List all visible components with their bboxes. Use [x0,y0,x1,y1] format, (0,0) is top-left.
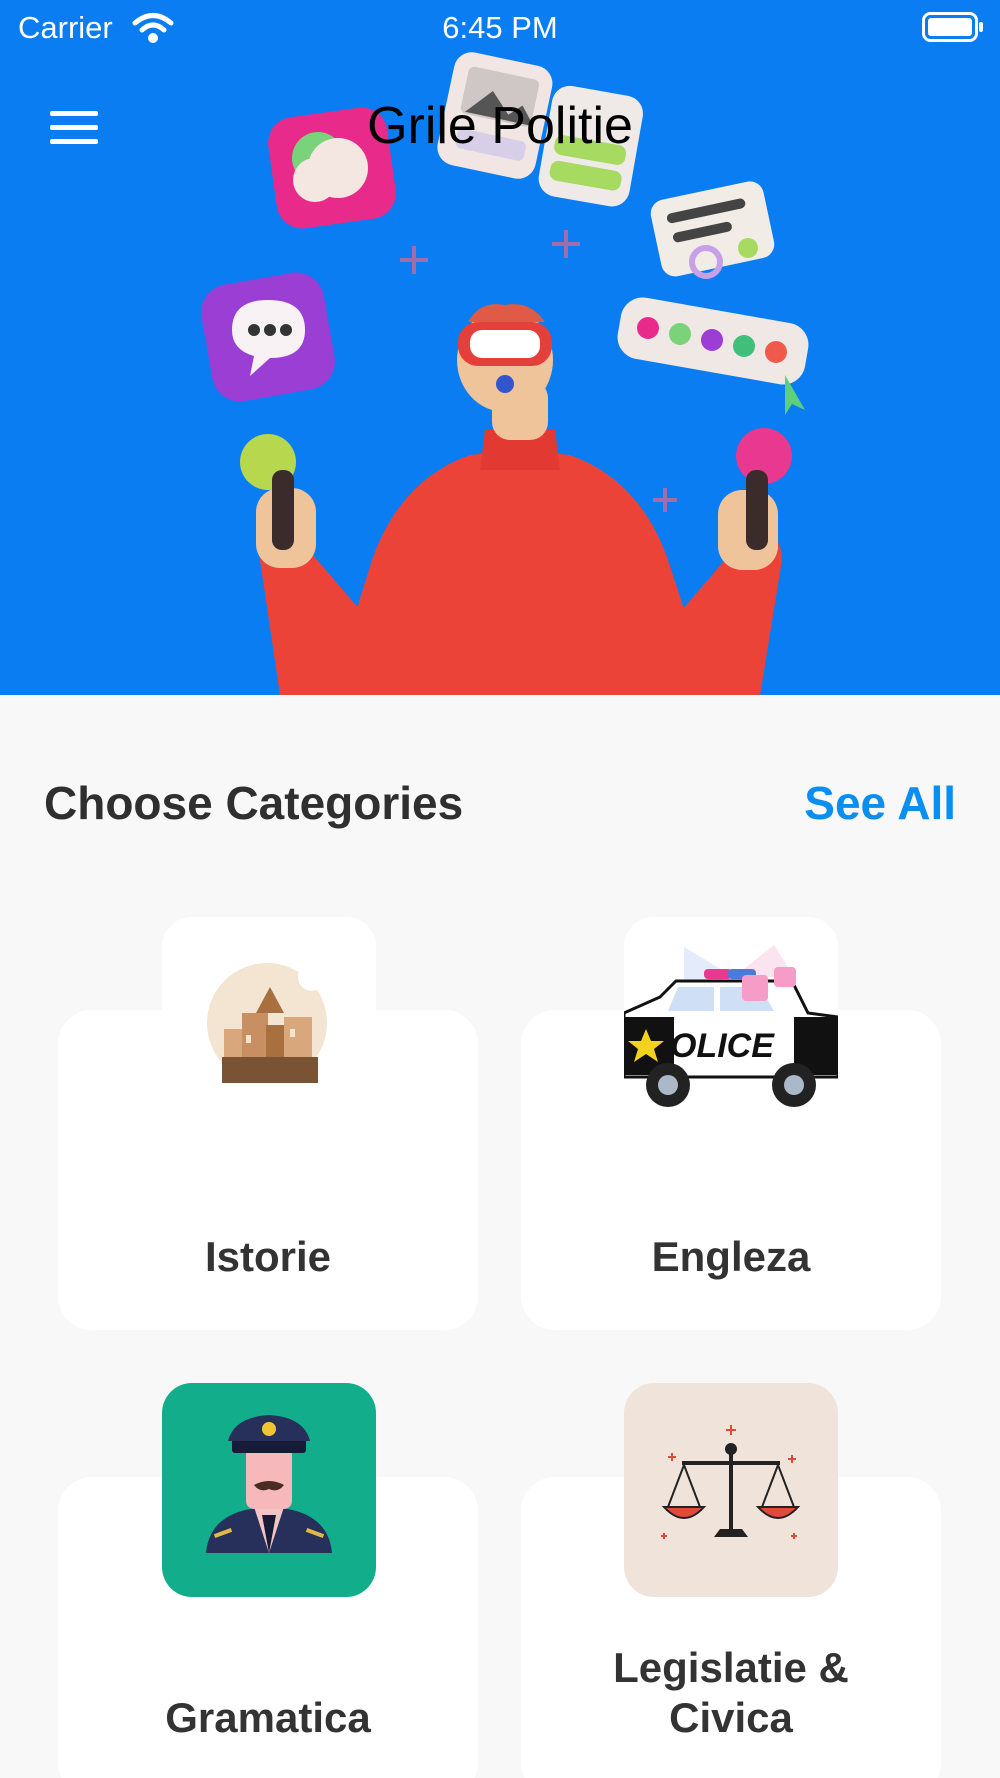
category-thumb-legislatie-civica[interactable] [624,1383,838,1597]
category-label: Gramatica [165,1694,371,1741]
category-thumb-istorie[interactable] [162,917,376,1131]
svg-text:OLICE: OLICE [670,1027,775,1065]
section-title: Choose Categories [44,777,464,829]
police-car-icon: OLICE [624,945,838,1107]
color-dots-card-icon [617,297,809,415]
clock-label: 6:45 PM [442,10,558,45]
app-title: Grile Politie [367,97,633,155]
category-label: Istorie [204,1233,332,1280]
category-thumb-gramatica[interactable] [162,1383,376,1597]
see-all-link[interactable]: See All [760,776,956,830]
category-label: Engleza [651,1233,811,1280]
scales-of-justice-icon [661,1425,801,1539]
police-officer-icon [206,1415,332,1553]
message-app-icon [201,272,335,402]
category-thumb-engleza[interactable]: OLICE [624,917,838,1131]
hero-banner: Carrier 6:45 PM Grile Politie [0,0,1000,695]
status-bar: Carrier 6:45 PM [0,0,1000,56]
slider-card-icon [650,181,775,279]
ancient-city-icon [207,963,327,1083]
category-label: Legislatie & Civica [613,1644,849,1741]
battery-icon [922,12,983,42]
